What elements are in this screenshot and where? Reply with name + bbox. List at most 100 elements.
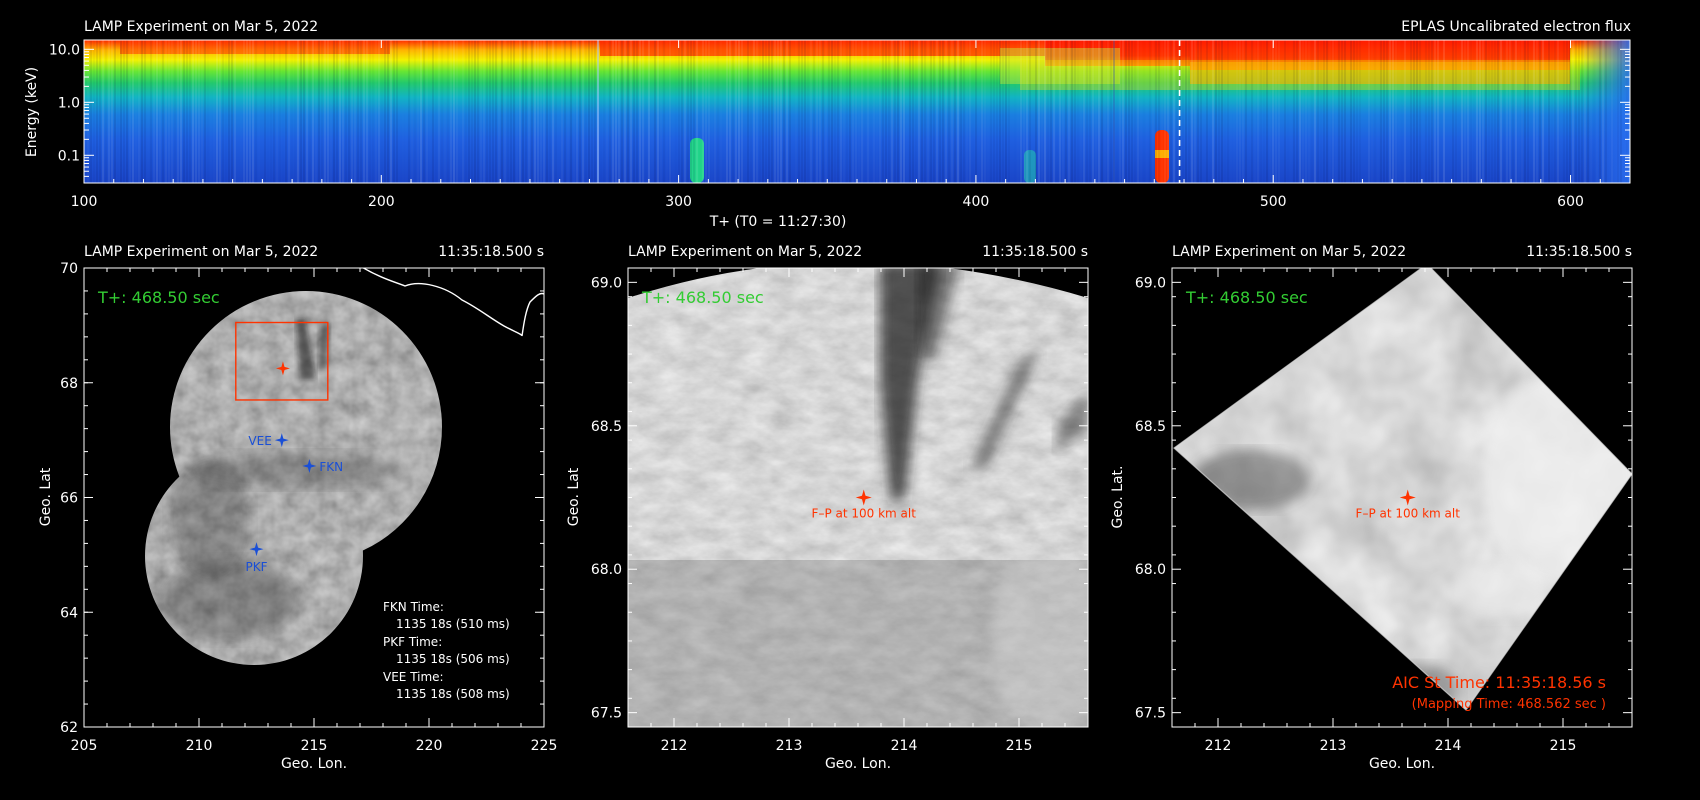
- spectrogram-streak: [1287, 40, 1289, 183]
- spectrogram-streak: [861, 40, 863, 183]
- x-tick-label: 225: [531, 738, 558, 754]
- spectrogram-streak: [1509, 40, 1511, 183]
- spectrogram-streak: [1140, 40, 1142, 183]
- spectrogram-streak: [123, 40, 125, 183]
- spectrogram-streak: [768, 40, 770, 183]
- spectrogram-streak: [687, 40, 689, 183]
- spectrogram-streak: [954, 40, 956, 183]
- x-tick-label: 220: [416, 738, 443, 754]
- spectrogram-streak: [633, 40, 635, 183]
- spectrogram-streak: [1161, 40, 1163, 183]
- spectrogram-streak: [1485, 40, 1487, 183]
- spectrogram-streak: [582, 40, 584, 183]
- spectrogram-streak: [444, 40, 446, 183]
- spectrogram-streak: [543, 40, 545, 183]
- spectrogram-streak: [291, 40, 293, 183]
- spectrogram-streak: [1212, 40, 1214, 183]
- spectrogram-streak: [630, 40, 632, 183]
- station-time-value: 1135 18s (510 ms): [396, 617, 510, 631]
- mosaic-panel: LAMP Experiment on Mar 5, 2022 11:35:18.…: [38, 244, 557, 772]
- spectrogram-streak: [243, 40, 245, 183]
- allsky-title: LAMP Experiment on Mar 5, 2022: [1172, 244, 1406, 260]
- spectrogram-streak: [165, 40, 167, 183]
- spectrogram-streak: [1488, 40, 1490, 183]
- spectrogram-streak: [561, 40, 563, 183]
- spectrogram-streak: [1236, 40, 1238, 183]
- spectrogram-streak: [822, 40, 824, 183]
- spectrogram-streak: [315, 40, 317, 183]
- spectrogram-streak: [297, 40, 299, 183]
- spectrogram-streak: [261, 40, 263, 183]
- spectrogram-streak: [1539, 40, 1541, 183]
- spectrogram-streak: [1416, 40, 1418, 183]
- spectrogram-streak: [360, 40, 362, 183]
- spectrogram-streak: [1023, 40, 1025, 183]
- spectrogram-streak: [1575, 40, 1577, 183]
- spectrogram-streak: [333, 40, 335, 183]
- spectrogram-streak: [1056, 40, 1058, 183]
- y-tick-label: 68.0: [1135, 562, 1166, 578]
- spectrogram-streak: [1305, 40, 1307, 183]
- spectrogram-streak: [1155, 40, 1157, 183]
- spectrogram-streak: [1389, 40, 1391, 183]
- station-times: FKN Time: 1135 18s (510 ms) PKF Time: 1135 …: [383, 600, 510, 701]
- spectrogram-streak: [603, 40, 605, 183]
- spectrogram-streak: [411, 40, 413, 183]
- spectrogram-streak: [912, 40, 914, 183]
- spectrogram-streak: [1524, 40, 1526, 183]
- spectrogram-streak: [1101, 40, 1103, 183]
- spectrogram-streak: [96, 40, 98, 183]
- spectrogram-streak: [363, 40, 365, 183]
- spectrogram-streak: [180, 40, 182, 183]
- spectrogram-streak: [864, 40, 866, 183]
- spectrogram-streak: [645, 40, 647, 183]
- spectrogram-streak: [102, 40, 104, 183]
- spectrogram-streak: [1053, 40, 1055, 183]
- spectrogram-streak: [420, 40, 422, 183]
- spectrogram-streak: [1074, 40, 1076, 183]
- spectrogram-streak: [432, 40, 434, 183]
- spectrogram-streak: [384, 40, 386, 183]
- mosaic-time: 11:35:18.500 s: [438, 244, 544, 260]
- spectrogram-streak: [1503, 40, 1505, 183]
- spectrogram-streak: [834, 40, 836, 183]
- footpoint-label: F–P at 100 km alt: [812, 507, 917, 521]
- spectrogram-streak: [1233, 40, 1235, 183]
- spectrogram-streak: [474, 40, 476, 183]
- spectrogram-streak: [480, 40, 482, 183]
- spectrogram-streak: [1320, 40, 1322, 183]
- spectrogram-streak: [1017, 40, 1019, 183]
- spectrogram-streak: [1602, 40, 1604, 183]
- spectrogram-streak: [987, 40, 989, 183]
- y-tick-label: 70: [60, 261, 78, 277]
- spectrogram-streak: [588, 40, 590, 183]
- spectrogram-streak: [699, 40, 701, 183]
- y-tick-label: 69.0: [1135, 275, 1166, 291]
- spectrogram-streak: [1107, 40, 1109, 183]
- zoom-image: [628, 268, 1088, 727]
- spectrogram-streak: [1122, 40, 1124, 183]
- spectrogram-streak: [741, 40, 743, 183]
- spectrogram-streak: [507, 40, 509, 183]
- spectrogram-streak: [327, 40, 329, 183]
- spectrogram-streak: [348, 40, 350, 183]
- spectrogram-streak: [813, 40, 815, 183]
- spectrogram-streak: [111, 40, 113, 183]
- spectrogram-streak: [816, 40, 818, 183]
- spectrogram-streak: [1461, 40, 1463, 183]
- spectrogram-streak: [621, 40, 623, 183]
- spectrogram-streak: [1611, 40, 1613, 183]
- spectrogram-streak: [132, 40, 134, 183]
- spectrogram-streak: [1062, 40, 1064, 183]
- spectrogram-streak: [819, 40, 821, 183]
- spectrogram-streak: [1569, 40, 1571, 183]
- x-tick-label: 212: [1205, 738, 1232, 754]
- station-time-value: 1135 18s (508 ms): [396, 687, 510, 701]
- spectrogram-y-tick-label: 1.0: [58, 95, 80, 111]
- spectrogram-streak: [516, 40, 518, 183]
- spectrogram-streak: [486, 40, 488, 183]
- spectrogram-streak: [435, 40, 437, 183]
- spectrogram-streak: [663, 40, 665, 183]
- spectrogram-streak: [393, 40, 395, 183]
- spectrogram-streak: [717, 40, 719, 183]
